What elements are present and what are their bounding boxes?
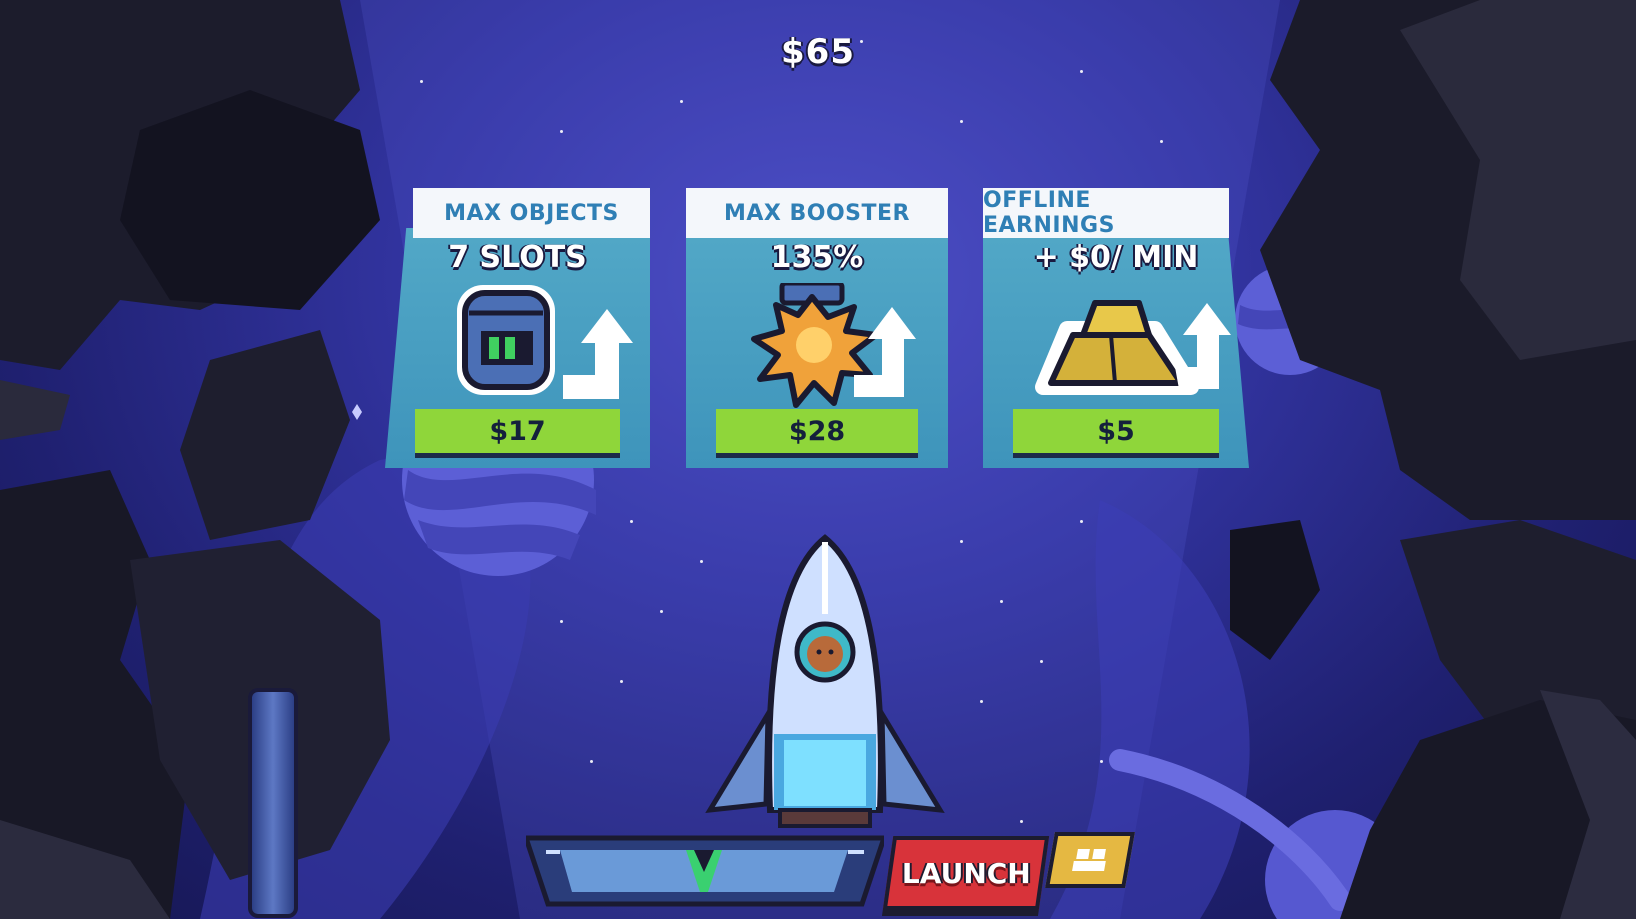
upgrade-card-max-objects[interactable]: MAX OBJECTS 7 SLOTS $17 <box>385 188 650 468</box>
card-value: + $0/ MIN <box>1033 240 1199 275</box>
card-title: MAX BOOSTER <box>686 188 948 238</box>
price-button[interactable]: $5 <box>1013 409 1219 458</box>
card-value: 135% <box>770 240 864 275</box>
balance-display: $65 <box>781 32 855 72</box>
price-button[interactable]: $17 <box>415 409 620 458</box>
boxes-icon <box>1072 849 1106 871</box>
storage-slots-icon <box>385 283 650 403</box>
vertical-gauge <box>248 688 298 918</box>
launch-power-meter <box>522 832 888 910</box>
launch-button[interactable]: LAUNCH <box>882 836 1050 910</box>
gold-bars-icon <box>983 283 1249 403</box>
launch-label: LAUNCH <box>901 856 1031 890</box>
booster-flame-icon <box>686 283 948 408</box>
rocket-with-cat-pilot <box>700 534 950 834</box>
storage-button[interactable] <box>1045 832 1135 888</box>
upgrade-card-max-booster[interactable]: MAX BOOSTER 135% $28 <box>686 188 948 468</box>
card-title: MAX OBJECTS <box>413 188 650 238</box>
card-value: 7 SLOTS <box>448 240 587 275</box>
upgrade-card-offline-earnings[interactable]: OFFLINE EARNINGS + $0/ MIN $5 <box>983 188 1249 468</box>
price-button[interactable]: $28 <box>716 409 918 458</box>
card-title: OFFLINE EARNINGS <box>983 188 1229 238</box>
